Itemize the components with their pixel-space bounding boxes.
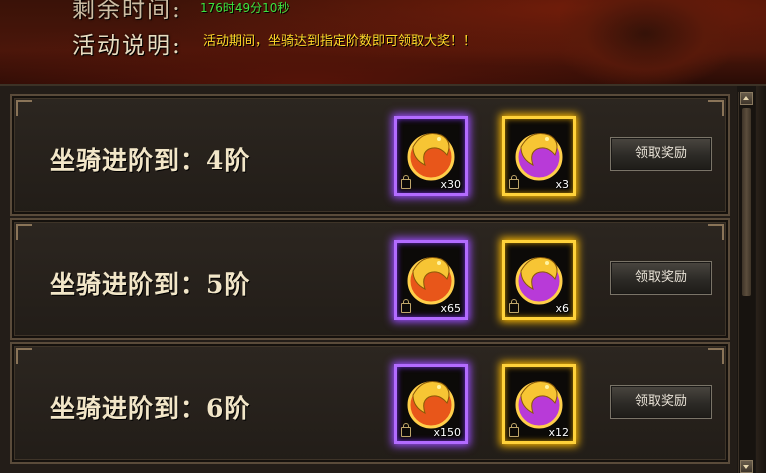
row-title: 坐骑进阶到：5阶 <box>50 270 251 299</box>
golden-dragon-orb-icon <box>407 133 455 181</box>
purple-dragon-orb-icon <box>515 257 563 305</box>
window-frame-edge <box>756 86 766 473</box>
item-quantity: x6 <box>555 302 569 315</box>
bound-lock-icon <box>509 175 519 189</box>
reward-item-slot[interactable]: x3 <box>502 116 576 196</box>
bound-lock-icon <box>401 175 411 189</box>
reward-item-slot[interactable]: x30 <box>394 116 468 196</box>
purple-dragon-orb-icon <box>515 133 563 181</box>
bound-lock-icon <box>401 423 411 437</box>
claim-reward-button[interactable]: 领取奖励 <box>610 385 712 419</box>
claim-reward-button[interactable]: 领取奖励 <box>610 137 712 171</box>
reward-item-slot[interactable]: x12 <box>502 364 576 444</box>
row-title: 坐骑进阶到：6阶 <box>50 394 251 423</box>
remaining-time-label: 剩余时间: <box>72 0 182 23</box>
mount-rider-art <box>560 0 730 84</box>
golden-dragon-orb-icon <box>407 257 455 305</box>
reward-item-slot[interactable]: x6 <box>502 240 576 320</box>
scrollbar-thumb[interactable] <box>742 108 751 296</box>
reward-item-slot[interactable]: x150 <box>394 364 468 444</box>
reward-list[interactable]: 坐骑进阶到：4阶 x30 x3 领取奖励 坐骑进阶到：5阶 x65 x6 领取奖… <box>0 86 737 473</box>
claim-reward-button[interactable]: 领取奖励 <box>610 261 712 295</box>
reward-item-slot[interactable]: x65 <box>394 240 468 320</box>
golden-dragon-orb-icon <box>407 381 455 429</box>
item-quantity: x12 <box>548 426 569 439</box>
vertical-scrollbar[interactable] <box>738 92 755 473</box>
reward-row: 坐骑进阶到：4阶 x30 x3 领取奖励 <box>10 94 730 216</box>
reward-row: 坐骑进阶到：6阶 x150 x12 领取奖励 <box>10 342 730 464</box>
purple-dragon-orb-icon <box>515 381 563 429</box>
event-description-label: 活动说明: <box>72 33 182 59</box>
bound-lock-icon <box>401 299 411 313</box>
event-header: 剩余时间: 176时49分10秒 活动说明: 活动期间，坐骑达到指定阶数即可领取… <box>0 0 766 86</box>
event-description-text: 活动期间，坐骑达到指定阶数即可领取大奖！！ <box>203 34 477 49</box>
bound-lock-icon <box>509 299 519 313</box>
item-quantity: x3 <box>555 178 569 191</box>
reward-row: 坐骑进阶到：5阶 x65 x6 领取奖励 <box>10 218 730 340</box>
item-quantity: x30 <box>440 178 461 191</box>
item-quantity: x150 <box>433 426 461 439</box>
bound-lock-icon <box>509 423 519 437</box>
scroll-down-arrow-icon[interactable] <box>740 460 753 473</box>
row-title: 坐骑进阶到：4阶 <box>50 146 251 175</box>
remaining-time-value: 176时49分10秒 <box>200 1 290 15</box>
item-quantity: x65 <box>440 302 461 315</box>
scroll-up-arrow-icon[interactable] <box>740 92 753 105</box>
